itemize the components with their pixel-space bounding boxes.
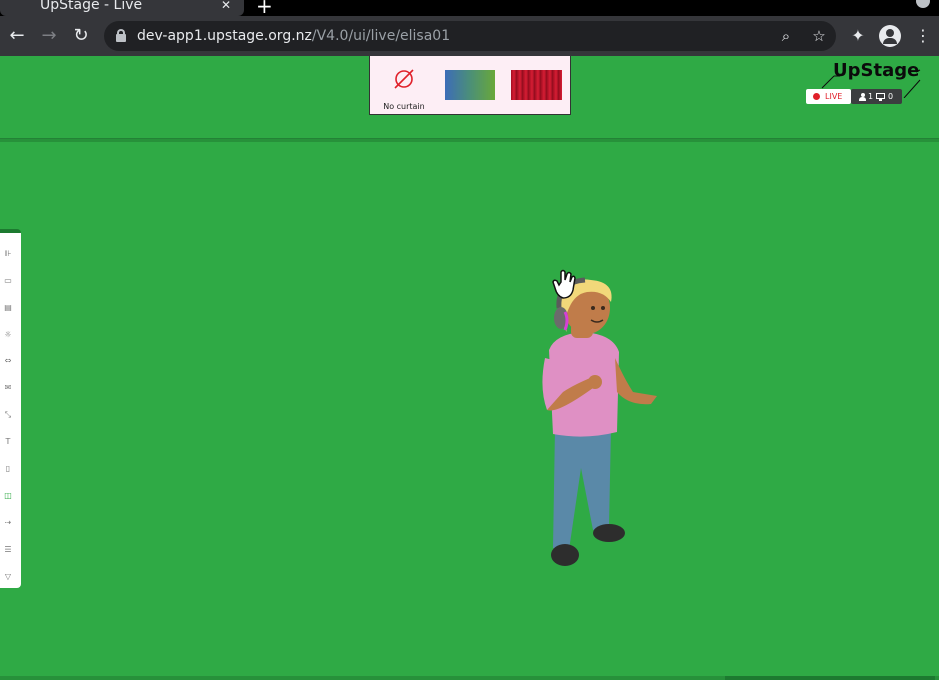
lock-icon[interactable] (116, 29, 126, 42)
live-badge: LIVE (806, 89, 851, 104)
red-curtain-option[interactable] (511, 70, 562, 100)
stage-bottom-accent (725, 676, 935, 680)
extensions-icon[interactable]: ✦ (846, 24, 870, 48)
palette-item-props-icon[interactable]: ▭ (3, 276, 13, 286)
players-count: 1 (868, 92, 874, 101)
palette-item-backdrops-icon[interactable]: ▤ (3, 303, 13, 313)
palette-item-whiteboard-icon[interactable]: ▯ (3, 464, 13, 474)
palette-item-scenes-icon[interactable]: ◫ (3, 491, 13, 501)
no-curtain-label: No curtain (383, 102, 425, 111)
address-bar[interactable]: dev-app1.upstage.org.nz/V4.0/ui/live/eli… (104, 21, 836, 51)
upstage-logo[interactable]: UpStage (833, 60, 919, 82)
player-icon (859, 93, 866, 101)
tab-search-icon[interactable] (916, 0, 930, 8)
gradient-curtain-option[interactable] (445, 70, 495, 100)
audience-count: 0 (888, 92, 894, 101)
zoom-icon[interactable]: ⌕ (776, 26, 796, 46)
palette-item-meeting-icon[interactable]: ✉ (3, 383, 13, 393)
reload-icon[interactable]: ↻ (69, 24, 93, 48)
palette-item-settings-icon[interactable]: ☰ (3, 545, 13, 555)
browser-tab[interactable]: UpStage - Live ✕ (0, 0, 244, 16)
curtain-picker: No curtain (369, 56, 571, 115)
browser-toolbar: ← → ↻ dev-app1.upstage.org.nz/V4.0/ui/li… (0, 16, 939, 56)
menu-icon[interactable]: ⋮ (911, 24, 935, 48)
tool-palette: ⊪ ▭ ▤ ☼ ⇔ ✉ ⤡ T ▯ ◫ ⇢ ☰ ▽ (0, 229, 21, 588)
url-text[interactable]: dev-app1.upstage.org.nz/V4.0/ui/live/eli… (137, 28, 450, 44)
live-label: LIVE (825, 92, 843, 101)
star-icon[interactable]: ☆ (809, 26, 829, 46)
browser-tab-strip: UpStage - Live ✕ + (0, 0, 939, 16)
palette-item-resize-icon[interactable]: ⤡ (3, 410, 13, 420)
profile-icon[interactable] (879, 25, 901, 47)
tab-close-icon[interactable]: ✕ (221, 0, 231, 12)
palette-item-audio-icon[interactable]: ☼ (3, 330, 13, 340)
back-icon[interactable]: ← (5, 24, 29, 48)
forward-icon[interactable]: → (37, 24, 61, 48)
no-curtain-icon (394, 69, 414, 89)
stage-status-bar: LIVE 1 0 (806, 89, 902, 104)
audience-icon (876, 93, 885, 101)
palette-item-collapse-icon[interactable]: ▽ (3, 572, 13, 582)
live-dot-icon (813, 93, 820, 100)
palette-item-streams-icon[interactable]: ⇔ (3, 356, 13, 366)
presence-counts: 1 0 (851, 89, 902, 104)
palette-item-text-icon[interactable]: T (3, 437, 13, 447)
palette-item-curtain-icon[interactable]: ⇢ (3, 518, 13, 528)
stage-avatar[interactable] (535, 268, 665, 573)
palette-item-avatars-icon[interactable]: ⊪ (3, 249, 13, 259)
stage-divider (0, 138, 939, 142)
new-tab-button[interactable]: + (256, 0, 273, 16)
tab-title: UpStage - Live (40, 0, 143, 13)
no-curtain-option[interactable]: No curtain (378, 62, 428, 111)
